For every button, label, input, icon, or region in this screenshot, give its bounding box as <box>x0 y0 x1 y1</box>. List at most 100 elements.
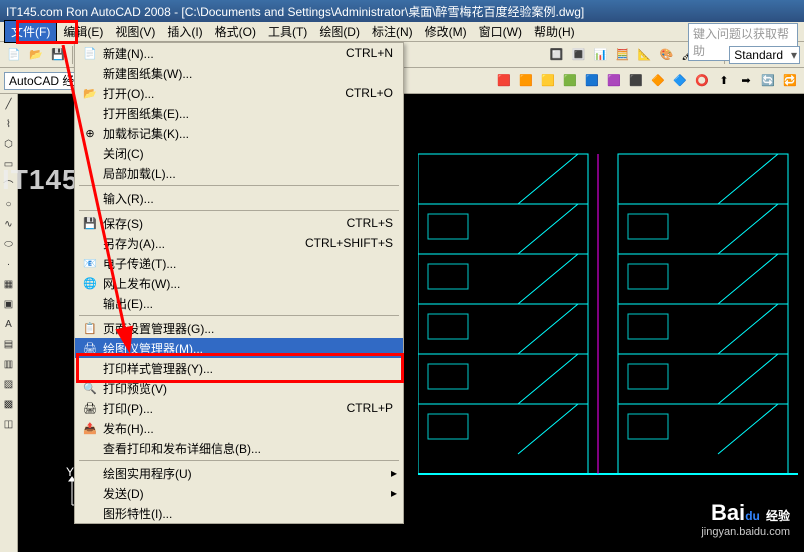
menu-item[interactable]: 🌐网上发布(W)... <box>75 273 403 293</box>
menu-item-label: 新建图纸集(W)... <box>99 65 393 82</box>
menu-item[interactable]: 发送(D) <box>75 483 403 503</box>
menu-file[interactable]: 文件(F) <box>4 20 57 43</box>
menu-item[interactable]: 📄新建(N)...CTRL+N <box>75 43 403 63</box>
menu-item[interactable]: 📧电子传递(T)... <box>75 253 403 273</box>
tb-icon[interactable]: ⬛ <box>626 71 646 91</box>
menu-item[interactable]: 新建图纸集(W)... <box>75 63 403 83</box>
menu-item[interactable]: 📂打开(O)...CTRL+O <box>75 83 403 103</box>
menu-item-label: 新建(N)... <box>99 45 346 62</box>
tb-icon[interactable]: 🟩 <box>560 71 580 91</box>
menu-item-label: 局部加载(L)... <box>99 165 393 182</box>
menu-item[interactable]: 另存为(A)...CTRL+SHIFT+S <box>75 233 403 253</box>
menubar: 文件(F) 编辑(E) 视图(V) 插入(I) 格式(O) 工具(T) 绘图(D… <box>0 22 804 42</box>
cad-drawing <box>418 134 798 534</box>
polygon-tool-icon[interactable]: ⬡ <box>1 136 17 152</box>
tb-icon[interactable]: 🔷 <box>670 71 690 91</box>
tb-icon[interactable]: 🔲 <box>546 45 566 65</box>
tb-icon[interactable]: 🎨 <box>656 45 676 65</box>
title-text: IT145.com Ron AutoCAD 2008 - [C:\Documen… <box>6 3 584 20</box>
menu-item[interactable]: 🔍打印预览(V) <box>75 378 403 398</box>
tb-icon[interactable]: 🟥 <box>494 71 514 91</box>
menu-dimension[interactable]: 标注(N) <box>366 21 419 42</box>
menu-item-shortcut: CTRL+P <box>347 401 397 415</box>
menu-item[interactable]: 📋页面设置管理器(G)... <box>75 318 403 338</box>
menu-item-label: 保存(S) <box>99 215 347 232</box>
menu-item[interactable]: 🖨绘图仪管理器(M)... <box>75 338 403 358</box>
tool-icon[interactable]: ▤ <box>1 336 17 352</box>
menu-modify[interactable]: 修改(M) <box>419 21 473 42</box>
open-icon[interactable]: 📂 <box>26 45 46 65</box>
menu-draw[interactable]: 绘图(D) <box>313 21 366 42</box>
menu-item-label: 打开(O)... <box>99 85 345 102</box>
menu-item[interactable]: 绘图实用程序(U) <box>75 463 403 483</box>
menu-item-icon: 📂 <box>81 87 99 100</box>
tb-icon[interactable]: ⬆ <box>714 71 734 91</box>
tb-icon[interactable]: 🔄 <box>758 71 778 91</box>
menu-window[interactable]: 窗口(W) <box>473 21 528 42</box>
menu-item[interactable]: 打印样式管理器(Y)... <box>75 358 403 378</box>
menu-item[interactable]: 输入(R)... <box>75 188 403 208</box>
tool-icon[interactable]: ▥ <box>1 356 17 372</box>
hatch-tool-icon[interactable]: ▦ <box>1 276 17 292</box>
ucs-y-label: Y <box>66 465 74 479</box>
menu-view[interactable]: 视图(V) <box>109 21 161 42</box>
circle-tool-icon[interactable]: ○ <box>1 196 17 212</box>
menu-item[interactable]: ⊕加载标记集(K)... <box>75 123 403 143</box>
menu-item[interactable]: 🖨打印(P)...CTRL+P <box>75 398 403 418</box>
tb-icon[interactable]: 🧮 <box>612 45 632 65</box>
point-tool-icon[interactable]: · <box>1 256 17 272</box>
menu-item-label: 发布(H)... <box>99 420 393 437</box>
menu-item[interactable]: 局部加载(L)... <box>75 163 403 183</box>
app-titlebar: IT145.com Ron AutoCAD 2008 - [C:\Documen… <box>0 0 804 22</box>
file-menu-dropdown: 📄新建(N)...CTRL+N新建图纸集(W)...📂打开(O)...CTRL+… <box>74 42 404 524</box>
menu-item[interactable]: 📤发布(H)... <box>75 418 403 438</box>
separator <box>72 46 73 64</box>
menu-edit[interactable]: 编辑(E) <box>57 21 109 42</box>
menu-item-label: 打印预览(V) <box>99 380 393 397</box>
line-tool-icon[interactable]: ╱ <box>1 96 17 112</box>
menu-item-label: 发送(D) <box>99 485 387 502</box>
menu-item[interactable]: 输出(E)... <box>75 293 403 313</box>
tb-icon[interactable]: 🔶 <box>648 71 668 91</box>
menu-item[interactable]: 关闭(C) <box>75 143 403 163</box>
menu-tools[interactable]: 工具(T) <box>262 21 313 42</box>
menu-item-shortcut: CTRL+O <box>345 86 397 100</box>
menu-item[interactable]: 打开图纸集(E)... <box>75 103 403 123</box>
tool-icon[interactable]: ◫ <box>1 416 17 432</box>
menu-help[interactable]: 帮助(H) <box>528 21 581 42</box>
tb-icon[interactable]: 📊 <box>590 45 610 65</box>
menu-item-label: 绘图实用程序(U) <box>99 465 387 482</box>
tool-icon[interactable]: ▩ <box>1 396 17 412</box>
menu-item[interactable]: 💾保存(S)CTRL+S <box>75 213 403 233</box>
save-icon[interactable]: 💾 <box>48 45 68 65</box>
tb-icon[interactable]: 🟨 <box>538 71 558 91</box>
text-tool-icon[interactable]: A <box>1 316 17 332</box>
tb-icon[interactable]: 🟦 <box>582 71 602 91</box>
menu-separator <box>79 460 399 461</box>
menu-insert[interactable]: 插入(I) <box>161 21 208 42</box>
menu-item-label: 打印(P)... <box>99 400 347 417</box>
menu-separator <box>79 185 399 186</box>
menu-format[interactable]: 格式(O) <box>209 21 262 42</box>
tb-icon[interactable]: ➡ <box>736 71 756 91</box>
spline-tool-icon[interactable]: ∿ <box>1 216 17 232</box>
new-icon[interactable]: 📄 <box>4 45 24 65</box>
menu-item-icon: 🔍 <box>81 382 99 395</box>
region-tool-icon[interactable]: ▣ <box>1 296 17 312</box>
ellipse-tool-icon[interactable]: ⬭ <box>1 236 17 252</box>
menu-item[interactable]: 图形特性(I)... <box>75 503 403 523</box>
menu-item[interactable]: 查看打印和发布详细信息(B)... <box>75 438 403 458</box>
tool-icon[interactable]: ▨ <box>1 376 17 392</box>
tb-icon[interactable]: 🟪 <box>604 71 624 91</box>
tb-icon[interactable]: ⭕ <box>692 71 712 91</box>
polyline-tool-icon[interactable]: ⌇ <box>1 116 17 132</box>
tb-icon[interactable]: 🔁 <box>780 71 800 91</box>
tb-icon[interactable]: 📐 <box>634 45 654 65</box>
tb-icon[interactable]: 🔳 <box>568 45 588 65</box>
style-combo[interactable]: Standard <box>729 46 800 64</box>
menu-item-label: 图形特性(I)... <box>99 505 393 522</box>
menu-item-shortcut: CTRL+S <box>347 216 397 230</box>
menu-item-icon: 📤 <box>81 422 99 435</box>
menu-separator <box>79 315 399 316</box>
tb-icon[interactable]: 🟧 <box>516 71 536 91</box>
